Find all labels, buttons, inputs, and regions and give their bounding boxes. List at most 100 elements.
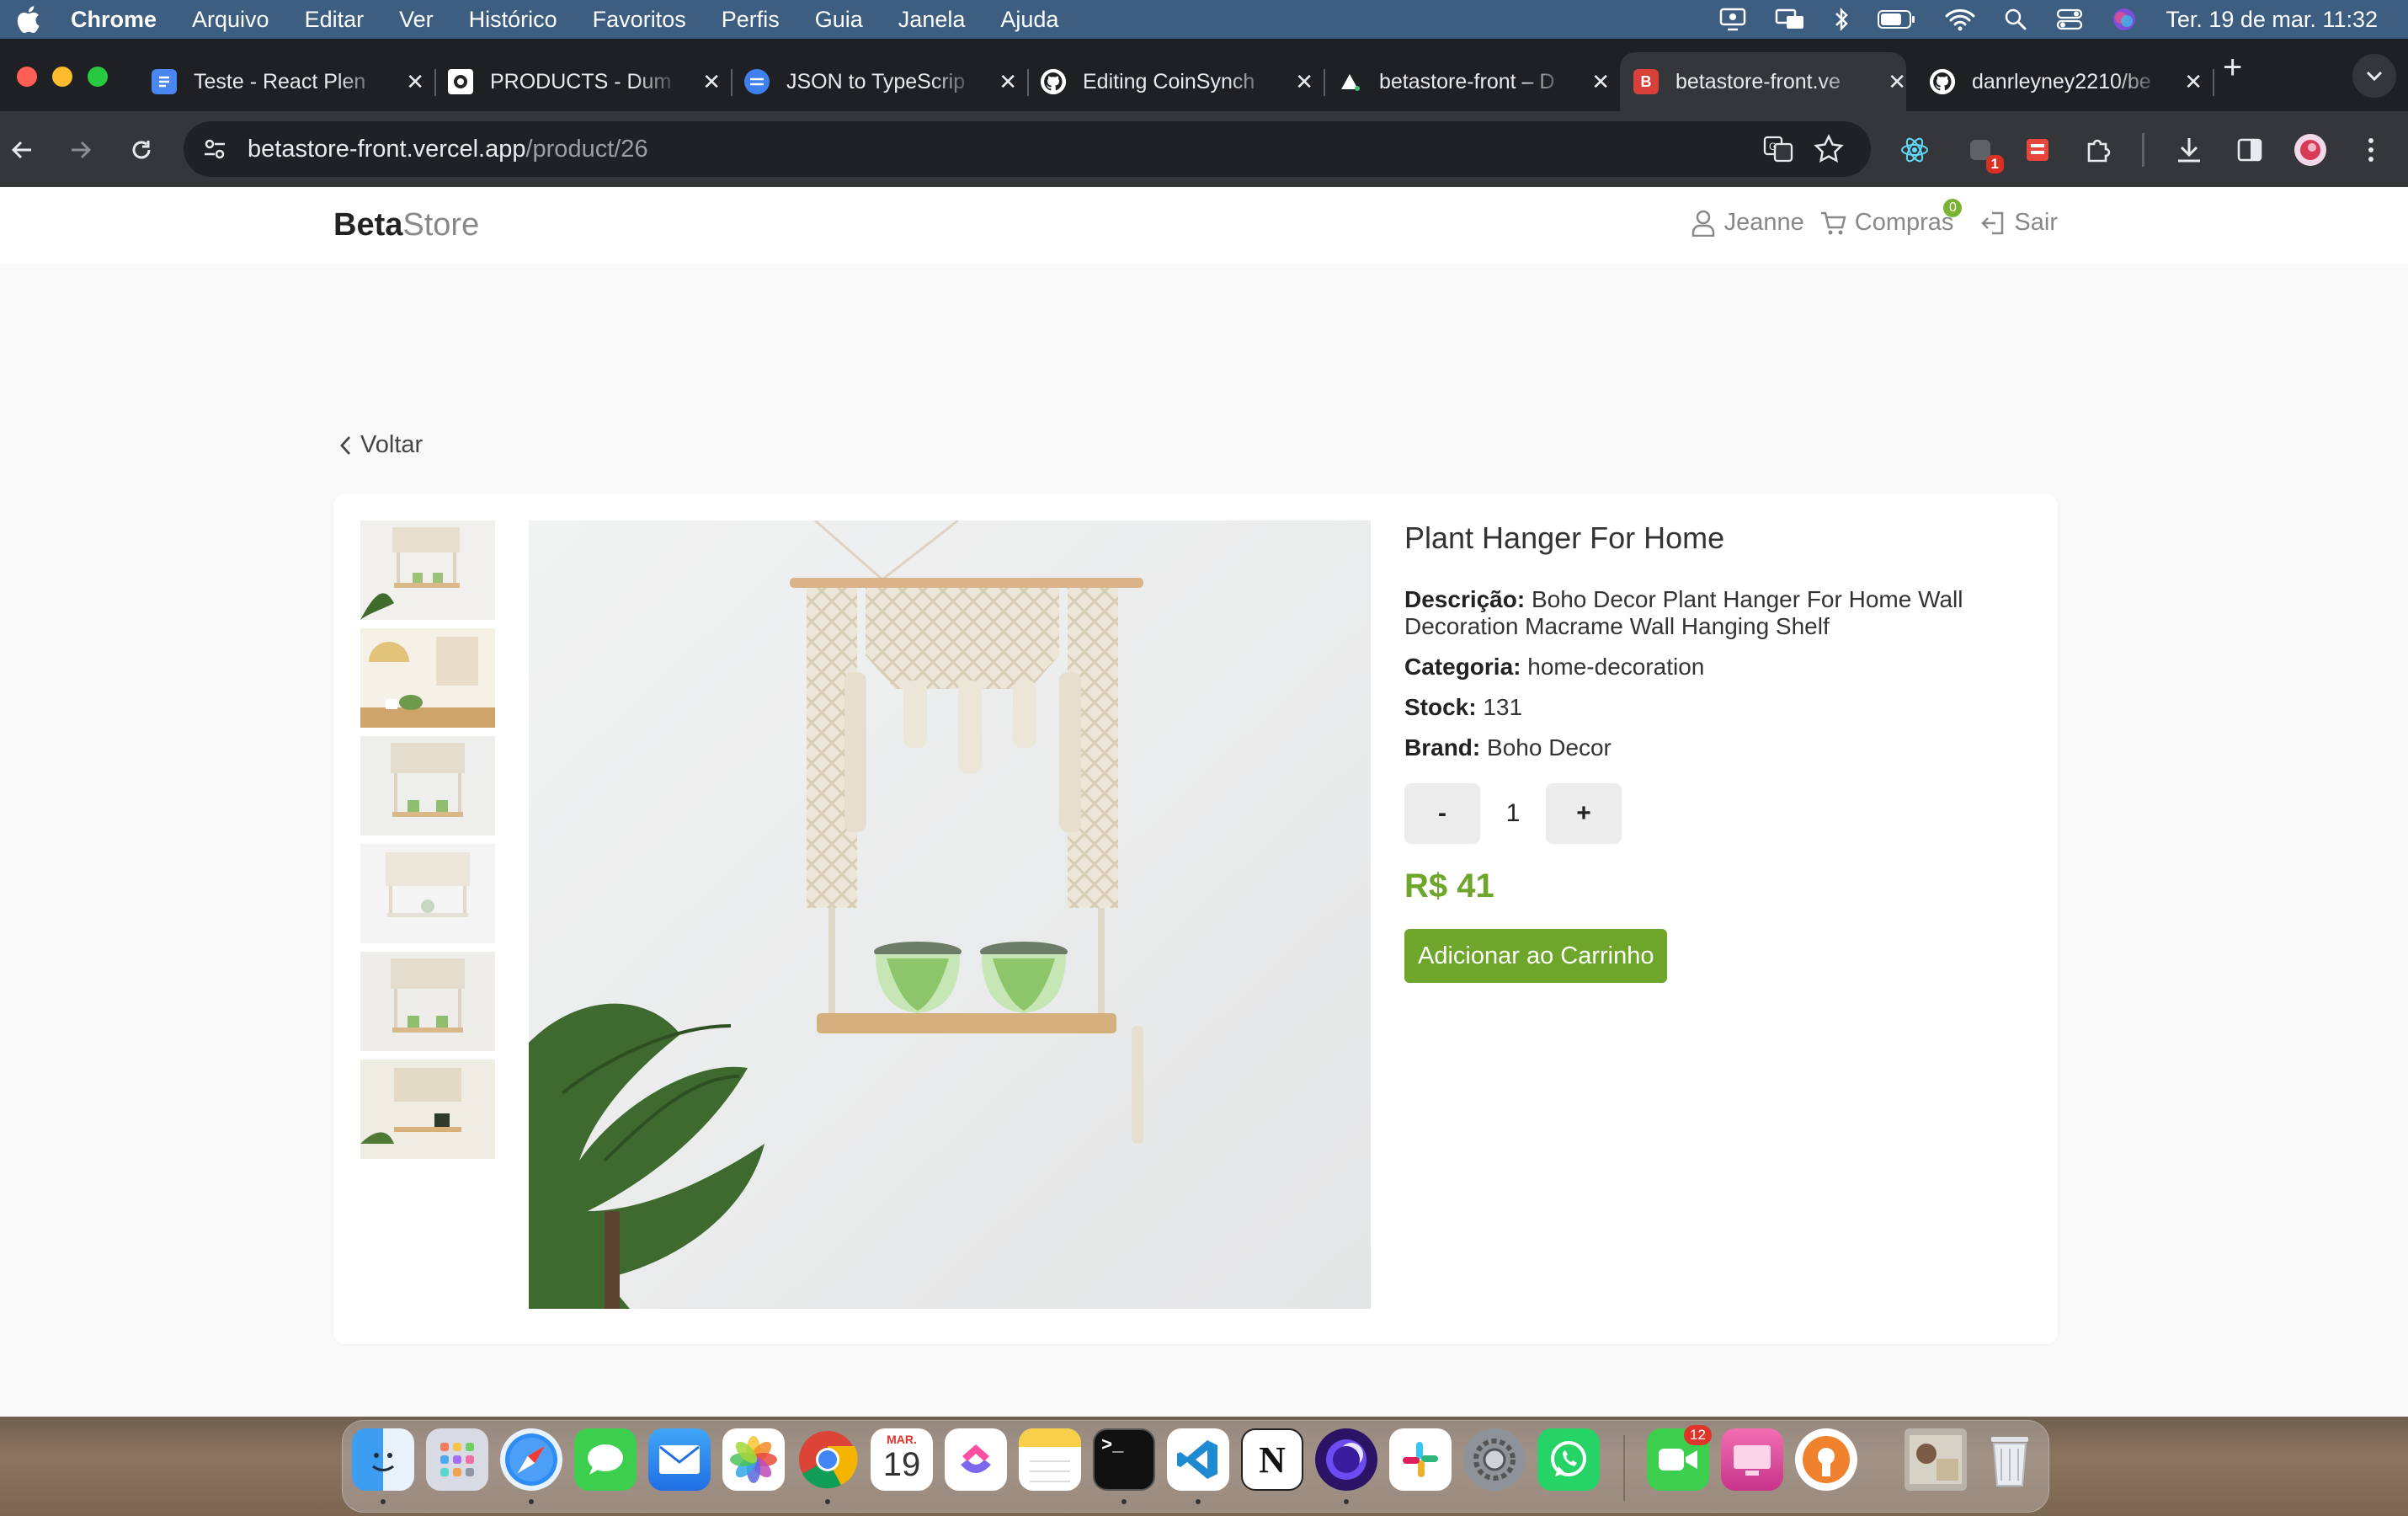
tab-close-icon[interactable]: ✕ xyxy=(1888,69,1906,95)
menu-editar[interactable]: Editar xyxy=(305,7,365,33)
slack-icon[interactable] xyxy=(1389,1428,1452,1491)
bluetooth-icon[interactable] xyxy=(1834,7,1849,32)
terminal-icon[interactable]: >_ xyxy=(1093,1428,1155,1491)
tab-close-icon[interactable]: ✕ xyxy=(1591,69,1610,95)
launchpad-icon[interactable] xyxy=(426,1428,488,1491)
notes-icon[interactable] xyxy=(1019,1428,1081,1491)
extensions-puzzle-icon[interactable] xyxy=(2080,131,2117,168)
screen-sharing-icon[interactable] xyxy=(1721,1428,1783,1491)
trash-icon[interactable] xyxy=(1979,1428,2041,1491)
mail-icon[interactable] xyxy=(648,1428,711,1491)
control-center-icon[interactable] xyxy=(2056,8,2083,31)
tab-search-button[interactable] xyxy=(2352,54,2396,98)
facetime-badge: 12 xyxy=(1684,1425,1712,1445)
cart-link[interactable]: Compras 0 xyxy=(1819,199,1963,237)
forward-icon[interactable] xyxy=(62,131,99,168)
menu-historico[interactable]: Histórico xyxy=(469,7,557,33)
react-devtools-icon[interactable] xyxy=(1896,131,1933,168)
stock-value: 131 xyxy=(1483,694,1523,720)
safari-icon[interactable] xyxy=(500,1428,562,1491)
browser-tab-active[interactable]: B betastore-front.ve ✕ xyxy=(1620,52,1906,111)
browser-tab[interactable]: Editing CoinSynch ✕ xyxy=(1027,52,1325,111)
browser-tab[interactable]: betastore-front – D ✕ xyxy=(1324,52,1610,111)
grid-extension-icon[interactable] xyxy=(2019,131,2056,168)
decrease-quantity-button[interactable]: - xyxy=(1404,783,1480,844)
url-text[interactable]: betastore-front.vercel.app/product/26 xyxy=(248,136,648,163)
product-thumbnail[interactable] xyxy=(360,844,495,943)
tab-close-icon[interactable]: ✕ xyxy=(702,69,721,95)
increase-quantity-button[interactable]: + xyxy=(1546,783,1622,844)
logout-link[interactable]: Sair xyxy=(1980,209,2058,237)
vscode-icon[interactable] xyxy=(1167,1428,1229,1491)
tab-close-icon[interactable]: ✕ xyxy=(406,69,424,95)
browser-tab[interactable]: danrleyney2210/be ✕ xyxy=(1916,52,2214,111)
product-main-image xyxy=(529,520,1371,1309)
add-to-cart-button[interactable]: Adicionar ao Carrinho xyxy=(1404,929,1668,983)
menu-guia[interactable]: Guia xyxy=(815,7,863,33)
tab-close-icon[interactable]: ✕ xyxy=(1295,69,1313,95)
clickup-icon[interactable] xyxy=(945,1428,1007,1491)
apple-icon[interactable] xyxy=(15,5,45,34)
product-info: Plant Hanger For Home Descrição: Boho De… xyxy=(1404,520,2027,983)
photos-icon[interactable] xyxy=(722,1428,785,1491)
address-bar[interactable]: betastore-front.vercel.app/product/26 G xyxy=(184,121,1871,177)
product-thumbnail[interactable] xyxy=(360,628,495,728)
spotlight-search-icon[interactable] xyxy=(2004,8,2027,31)
messages-icon[interactable] xyxy=(574,1428,637,1491)
product-brand: Brand: Boho Decor xyxy=(1404,734,2027,761)
finder-icon[interactable] xyxy=(352,1428,414,1491)
screen-share-icon[interactable] xyxy=(1719,8,1746,31)
vpn-icon[interactable] xyxy=(1795,1428,1857,1491)
system-settings-icon[interactable] xyxy=(1463,1428,1526,1491)
menu-ajuda[interactable]: Ajuda xyxy=(1000,7,1058,33)
menubar-clock[interactable]: Ter. 19 de mar. 11:32 xyxy=(2166,7,2378,33)
menu-arquivo[interactable]: Arquivo xyxy=(192,7,269,33)
notion-icon[interactable]: N xyxy=(1241,1428,1303,1491)
product-thumbnail[interactable] xyxy=(360,736,495,835)
reload-icon[interactable] xyxy=(123,131,160,168)
back-icon[interactable] xyxy=(3,131,40,168)
window-close-button[interactable] xyxy=(17,67,37,87)
download-icon[interactable] xyxy=(2171,131,2208,168)
calendar-day: 19 xyxy=(882,1446,921,1483)
menu-janela[interactable]: Janela xyxy=(898,7,966,33)
chrome-menu-icon[interactable] xyxy=(2352,131,2389,168)
calendar-icon[interactable]: MAR. 19 xyxy=(871,1428,933,1491)
tab-title: PRODUCTS - Dum xyxy=(490,69,672,93)
battery-icon[interactable] xyxy=(1878,9,1916,29)
chevron-left-icon xyxy=(340,435,351,455)
display-icon[interactable] xyxy=(1775,8,1805,31)
tab-close-icon[interactable]: ✕ xyxy=(999,69,1017,95)
whatsapp-icon[interactable] xyxy=(1537,1428,1600,1491)
profile-avatar-icon[interactable] xyxy=(2292,131,2329,168)
translate-icon[interactable]: G xyxy=(1763,134,1793,168)
siri-icon[interactable] xyxy=(2112,7,2137,32)
side-panel-icon[interactable] xyxy=(2231,131,2268,168)
chrome-icon[interactable] xyxy=(796,1428,859,1491)
menu-ver[interactable]: Ver xyxy=(399,7,434,33)
browser-tab[interactable]: Teste - React Plen ✕ xyxy=(138,52,436,111)
menu-favoritos[interactable]: Favoritos xyxy=(593,7,686,33)
menu-perfis[interactable]: Perfis xyxy=(722,7,780,33)
browser-tab[interactable]: JSON to TypeScrip ✕ xyxy=(731,52,1029,111)
tab-close-icon[interactable]: ✕ xyxy=(2184,69,2203,95)
product-thumbnail[interactable] xyxy=(360,520,495,620)
site-settings-icon[interactable] xyxy=(202,136,227,166)
downloads-stack-icon[interactable] xyxy=(1905,1428,1967,1491)
bookmark-star-icon[interactable] xyxy=(1814,134,1844,168)
product-thumbnail[interactable] xyxy=(360,1060,495,1159)
window-zoom-button[interactable] xyxy=(88,67,108,87)
category-value: home-decoration xyxy=(1527,654,1705,680)
new-tab-button[interactable]: + xyxy=(2223,51,2242,84)
product-thumbnail[interactable] xyxy=(360,952,495,1051)
extension-icon[interactable]: 1 xyxy=(1962,131,2004,173)
window-minimize-button[interactable] xyxy=(52,67,72,87)
beeper-icon[interactable] xyxy=(1315,1428,1377,1491)
user-link[interactable]: Jeanne xyxy=(1691,209,1804,237)
wifi-icon[interactable] xyxy=(1945,8,1975,31)
menu-app-name[interactable]: Chrome xyxy=(71,7,157,33)
store-logo[interactable]: BetaStore xyxy=(333,207,479,243)
browser-tab[interactable]: PRODUCTS - Dum ✕ xyxy=(434,52,733,111)
back-link[interactable]: Voltar xyxy=(338,431,423,459)
product-title: Plant Hanger For Home xyxy=(1404,520,1725,555)
